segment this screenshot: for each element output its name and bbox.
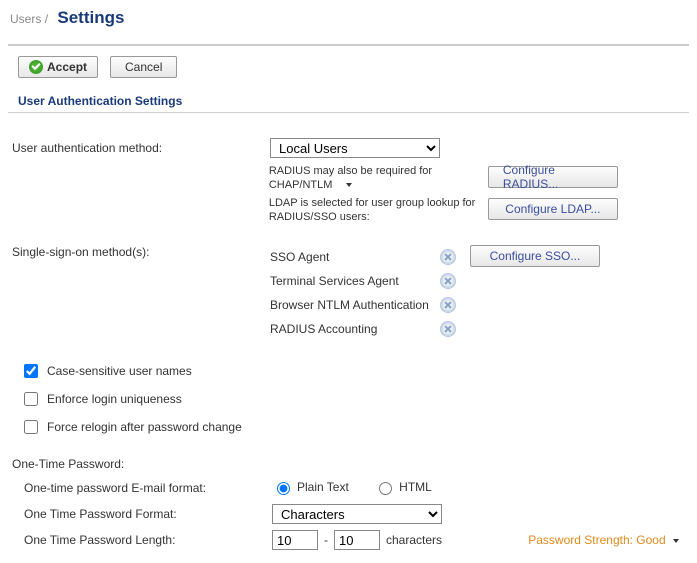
section-title: User Authentication Settings [8,86,689,113]
breadcrumb-parent[interactable]: Users [10,12,41,26]
otp-email-format-label: One-time password E-mail format: [24,481,272,495]
sso-method-name: Terminal Services Agent [270,274,440,288]
chevron-down-icon [673,539,679,543]
enforce-unique-label: Enforce login uniqueness [47,392,182,406]
otp-length-max-input[interactable] [334,530,380,550]
ldap-note: LDAP is selected for user group lookup f… [269,197,475,223]
force-relogin-checkbox[interactable] [24,420,38,434]
otp-plain-radio-label[interactable]: Plain Text [272,479,349,495]
auth-method-row: User authentication method: Local Users [10,135,687,161]
otp-length-min-input[interactable] [272,530,318,550]
otp-html-radio-label[interactable]: HTML [374,479,432,495]
enforce-unique-checkbox[interactable] [24,392,38,406]
otp-length-row: One Time Password Length: - characters P… [10,527,687,553]
sso-method-name: SSO Agent [270,250,440,264]
sso-method-row: Terminal Services Agent [270,269,456,293]
otp-email-format-row: One-time password E-mail format: Plain T… [10,475,687,501]
sso-method-name: RADIUS Accounting [270,322,440,336]
auth-method-select[interactable]: Local Users [270,138,440,158]
content: User authentication method: Local Users … [0,113,697,563]
sso-method-row: Browser NTLM Authentication [270,293,456,317]
status-disabled-icon [440,273,456,289]
radius-note-row: RADIUS may also be required for CHAP/NTL… [10,161,687,193]
accept-label: Accept [47,60,87,74]
ldap-note-row: LDAP is selected for user group lookup f… [10,193,687,225]
otp-html-text: HTML [399,480,432,494]
sso-label: Single-sign-on method(s): [10,245,270,259]
case-sensitive-label: Case-sensitive user names [47,364,192,378]
force-relogin-row: Force relogin after password change [10,413,687,441]
otp-html-radio[interactable] [379,482,392,495]
otp-heading: One-Time Password: [10,441,687,475]
case-sensitive-checkbox[interactable] [24,364,38,378]
chevron-down-icon [346,183,352,187]
sso-method-row: SSO Agent [270,245,456,269]
force-relogin-label: Force relogin after password change [47,420,242,434]
otp-plain-radio[interactable] [277,482,290,495]
toolbar: Accept Cancel [8,44,689,86]
configure-sso-button[interactable]: Configure SSO... [470,245,600,267]
configure-ldap-button[interactable]: Configure LDAP... [488,198,618,220]
sso-row: Single-sign-on method(s): SSO Agent Term… [10,243,687,343]
cancel-button[interactable]: Cancel [110,56,177,78]
page-title: Settings [57,8,124,27]
cancel-label: Cancel [125,60,162,74]
otp-format-label: One Time Password Format: [24,507,272,521]
status-disabled-icon [440,297,456,313]
otp-plain-text: Plain Text [297,480,349,494]
auth-method-label: User authentication method: [10,141,270,155]
check-icon [29,60,43,74]
accept-button[interactable]: Accept [18,56,98,78]
breadcrumb-sep: / [45,12,48,26]
configure-radius-button[interactable]: Configure RADIUS... [488,166,618,188]
radius-note: RADIUS may also be required for CHAP/NTL… [269,165,432,191]
enforce-unique-row: Enforce login uniqueness [10,385,687,413]
status-disabled-icon [440,321,456,337]
status-disabled-icon [440,249,456,265]
otp-format-select[interactable]: Characters [272,504,442,524]
otp-format-row: One Time Password Format: Characters [10,501,687,527]
sso-method-row: RADIUS Accounting [270,317,456,341]
case-sensitive-row: Case-sensitive user names [10,357,687,385]
sso-method-name: Browser NTLM Authentication [270,298,440,312]
breadcrumb: Users / Settings [0,0,697,30]
